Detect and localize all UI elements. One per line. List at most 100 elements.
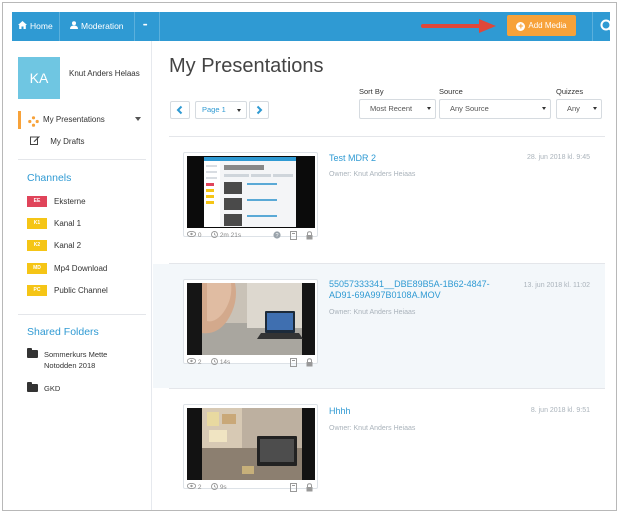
presentation-row[interactable]: 2 9s Hhhh Owner: Knut Anders Heiaas 8. j…: [153, 389, 605, 510]
duration-value: 2m 21s: [219, 232, 242, 239]
channel-label: Kanal 1: [54, 219, 82, 228]
presentation-date: 8. jun 2018 kl. 9:51: [530, 407, 590, 414]
presentation-row[interactable]: 2 14s 55057333341__DBE89B5A-1B62-4847-AD…: [153, 264, 605, 388]
page-select[interactable]: Page 1: [195, 101, 247, 119]
views-value: 2: [197, 359, 202, 366]
card-meta: 2 14s: [186, 357, 315, 371]
presentation-title-link[interactable]: Hhhh: [329, 406, 509, 417]
lock-icon[interactable]: [306, 358, 313, 371]
nav-divider: [134, 12, 135, 41]
thumbnail-video-frame[interactable]: [187, 283, 315, 355]
folder-icon: [27, 382, 38, 392]
chevron-down-icon: [542, 107, 546, 110]
channel-label: Eksterne: [54, 197, 86, 206]
document-icon[interactable]: [290, 358, 297, 371]
presentation-date: 13. jun 2018 kl. 11:02: [523, 282, 590, 289]
duration-value: 14s: [219, 359, 231, 366]
chevron-left-icon: [176, 105, 183, 115]
channel-label: Mp4 Download: [54, 264, 108, 273]
search-button[interactable]: [596, 12, 616, 41]
channel-item-mp4-download[interactable]: MD Mp4 Download: [27, 263, 107, 274]
sidebar-item-label: My Presentations: [43, 115, 105, 124]
presentation-row[interactable]: 0 2m 21s ? Test MDR 2 Owner: Knut Anders…: [153, 137, 605, 263]
prev-page-button[interactable]: [170, 101, 190, 119]
chevron-right-icon: [256, 105, 263, 115]
duration: 9s: [211, 483, 227, 493]
channel-item-kanal-2[interactable]: K2 Kanal 2: [27, 240, 81, 251]
thumbnail-video-frame[interactable]: [187, 408, 315, 480]
document-icon[interactable]: [290, 231, 297, 244]
page-title: My Presentations: [169, 55, 324, 77]
views-value: 0: [197, 232, 202, 239]
add-media-button[interactable]: + Add Media: [507, 15, 576, 36]
card-meta: 2 9s: [186, 482, 315, 496]
source-select[interactable]: Any Source: [439, 99, 551, 119]
thumbnail-screen-recording[interactable]: [187, 156, 315, 228]
folder-label: GKD: [44, 384, 61, 393]
source-value: Any Source: [450, 104, 489, 113]
nav-moderation[interactable]: Moderation: [70, 12, 124, 41]
plus-icon: +: [516, 21, 526, 31]
channel-item-public-channel[interactable]: PC Public Channel: [27, 285, 108, 296]
nav-divider: [592, 12, 593, 41]
clock-icon: [211, 483, 218, 490]
chevron-down-icon: [427, 107, 431, 110]
chevron-down-icon[interactable]: [135, 117, 141, 121]
quiz-icon[interactable]: ?: [273, 231, 281, 243]
shared-folders-heading[interactable]: Shared Folders: [27, 326, 99, 338]
views-value: 2: [197, 484, 202, 491]
sidebar-item-my-presentations[interactable]: My Presentations: [18, 111, 148, 129]
eye-icon: [186, 230, 197, 238]
chevron-down-icon: [237, 109, 241, 112]
main-content: My Presentations Page 1 Sort By Most Rec…: [153, 41, 610, 510]
home-icon: [18, 12, 27, 41]
channel-label: Kanal 2: [54, 241, 82, 250]
sort-by-select[interactable]: Most Recent: [359, 99, 436, 119]
next-page-button[interactable]: [249, 101, 269, 119]
clock-icon: [211, 231, 218, 238]
presentation-title-link[interactable]: Test MDR 2: [329, 153, 509, 164]
sort-by-value: Most Recent: [370, 104, 413, 113]
presentation-title-link[interactable]: 55057333341__DBE89B5A-1B62-4847-AD91-69A…: [329, 279, 494, 301]
views-count: 2: [186, 357, 202, 368]
channel-item-eksterne[interactable]: EE Eksterne: [27, 196, 86, 207]
more-menu-button[interactable]: •••: [143, 12, 147, 41]
quizzes-label: Quizzes: [556, 87, 584, 96]
eye-icon: [186, 482, 197, 490]
presentation-card[interactable]: 2 9s: [183, 404, 318, 492]
nav-divider: [159, 12, 160, 41]
presentation-owner: Owner: Knut Anders Heiaas: [329, 309, 416, 316]
folder-icon: [27, 348, 38, 358]
presentation-owner: Owner: Knut Anders Heiaas: [329, 425, 416, 432]
clock-icon: [211, 358, 218, 365]
app-frame: Home Moderation ••• + Add Media KA Knut A…: [2, 2, 617, 511]
presentation-card[interactable]: 0 2m 21s ?: [183, 152, 318, 240]
page-select-value: Page 1: [202, 105, 226, 114]
nav-home[interactable]: Home: [18, 12, 53, 41]
sidebar-item-my-drafts[interactable]: My Drafts: [30, 135, 84, 148]
search-icon: [600, 19, 615, 34]
top-navbar: Home Moderation ••• + Add Media: [12, 12, 615, 41]
lock-icon[interactable]: [306, 231, 313, 244]
eye-icon: [186, 357, 197, 365]
chevron-down-icon: [593, 107, 597, 110]
avatar[interactable]: KA: [18, 57, 60, 99]
views-count: 0: [186, 230, 202, 241]
source-label: Source: [439, 87, 463, 96]
divider: [18, 159, 146, 160]
nav-divider: [59, 12, 60, 41]
document-icon[interactable]: [290, 483, 297, 496]
channel-item-kanal-1[interactable]: K1 Kanal 1: [27, 218, 81, 229]
duration-value: 9s: [219, 484, 227, 491]
channels-heading[interactable]: Channels: [27, 172, 71, 184]
quizzes-select[interactable]: Any: [556, 99, 602, 119]
lock-icon[interactable]: [306, 483, 313, 496]
channel-badge: K2: [27, 240, 47, 251]
presentation-card[interactable]: 2 14s: [183, 279, 318, 367]
duration: 2m 21s: [211, 231, 241, 241]
channel-badge: EE: [27, 196, 47, 207]
presentations-icon: [28, 114, 39, 132]
channel-badge: PC: [27, 285, 47, 296]
folder-label: Sommerkurs Mette Notodden 2018: [44, 350, 108, 370]
card-meta: 0 2m 21s ?: [186, 230, 315, 244]
